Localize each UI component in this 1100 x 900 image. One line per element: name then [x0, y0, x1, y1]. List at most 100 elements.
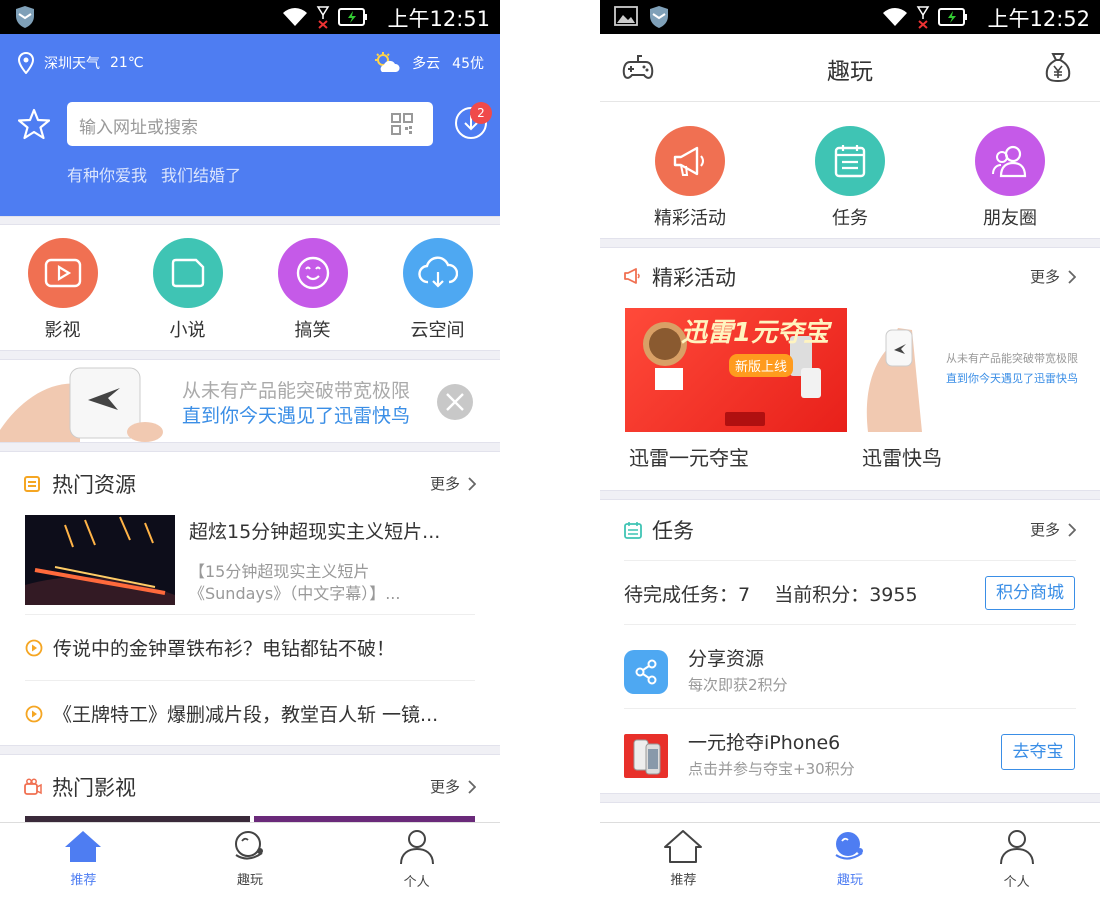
- tab-recommend[interactable]: 推荐: [0, 823, 167, 900]
- book-icon: [152, 238, 223, 308]
- divider: [600, 490, 1100, 500]
- search-placeholder: 输入网址或搜索: [79, 118, 198, 138]
- task-row[interactable]: 分享资源 每次即获2积分: [624, 640, 1076, 710]
- favorite-star-icon[interactable]: [18, 108, 50, 140]
- tasks-header: 任务 更多: [624, 513, 1076, 549]
- megaphone-small-icon: [624, 268, 640, 284]
- play-header: 趣玩: [600, 34, 1100, 102]
- movie-icon: [27, 238, 98, 308]
- points-shop-button[interactable]: 积分商城: [985, 576, 1075, 610]
- more-link[interactable]: 更多: [430, 473, 476, 494]
- home-icon: [664, 830, 703, 863]
- image-notification-icon: [614, 6, 638, 26]
- download-button[interactable]: 2: [454, 102, 492, 144]
- chevron-right-icon: [468, 476, 476, 491]
- section-title: 任务: [652, 519, 694, 543]
- tab-recommend[interactable]: 推荐: [600, 823, 767, 900]
- category-funny[interactable]: 搞笑: [250, 238, 375, 342]
- video-camera-icon: [24, 778, 42, 795]
- divider: [25, 614, 475, 615]
- divider: [624, 708, 1076, 709]
- category-label: 搞笑: [294, 320, 331, 341]
- user-icon: [399, 830, 434, 865]
- weather-location[interactable]: 深圳天气 21℃: [18, 52, 144, 74]
- resource-title: 超炫15分钟超现实主义短片...: [189, 521, 441, 543]
- kuainiao-ad-banner[interactable]: 从未有产品能突破带宽极限 直到你今天遇见了迅雷快鸟: [0, 360, 500, 442]
- share-icon: [624, 650, 668, 694]
- activity-banner: 迅雷1元夺宝 新版上线: [625, 308, 847, 432]
- category-movies[interactable]: 影视: [0, 238, 125, 342]
- ad-line-2: 直到你今天遇见了迅雷快鸟: [182, 405, 411, 427]
- grab-treasure-button[interactable]: 去夺宝: [1001, 734, 1075, 770]
- more-link[interactable]: 更多: [1030, 519, 1076, 540]
- activity-label: 迅雷快鸟: [862, 446, 942, 470]
- ad-line-2: 直到你今天遇见了迅雷快鸟: [946, 372, 1078, 385]
- task-name: 一元抢夺iPhone6: [688, 732, 841, 754]
- activity-card[interactable]: 迅雷1元夺宝 新版上线 迅雷一元夺宝: [625, 308, 847, 471]
- wifi-icon: [883, 8, 907, 26]
- shield-icon: [16, 6, 34, 28]
- bottom-tab-bar: 推荐 趣玩 个人: [600, 822, 1100, 900]
- feature-tasks[interactable]: 任务: [770, 126, 930, 230]
- tab-label: 个人: [1003, 875, 1030, 890]
- category-label: 云空间: [410, 320, 465, 341]
- close-ad-icon[interactable]: [436, 383, 474, 421]
- play-ball-icon: [235, 831, 263, 860]
- tab-label: 推荐: [670, 873, 697, 888]
- task-reward: 点击并参与夺宝+30积分: [688, 760, 855, 778]
- list-item[interactable]: 《王牌特工》爆删减片段，教堂百人斩 一镜...: [25, 700, 475, 727]
- tab-label: 个人: [403, 875, 430, 890]
- section-title: 热门影视: [52, 776, 136, 800]
- category-novels[interactable]: 小说: [125, 238, 250, 342]
- chevron-right-icon: [1068, 269, 1076, 284]
- list-item[interactable]: 传说中的金钟罩铁布衫？电钻都钻不破！: [25, 634, 475, 661]
- hot-word[interactable]: 我们结婚了: [161, 162, 241, 186]
- divider: [0, 216, 500, 225]
- status-bar: 上午12:52: [600, 0, 1100, 34]
- clock: 上午12:51: [387, 7, 490, 31]
- user-icon: [999, 830, 1034, 865]
- tab-profile[interactable]: 个人: [933, 823, 1100, 900]
- resource-description: 【15分钟超现实主义短片《Sundays》（中文字幕）】...: [189, 562, 401, 603]
- temperature: 21℃: [110, 55, 144, 71]
- money-bag-icon[interactable]: [1044, 52, 1072, 82]
- download-count-badge: 2: [470, 102, 492, 124]
- task-name: 分享资源: [688, 648, 765, 670]
- more-link[interactable]: 更多: [1030, 266, 1076, 287]
- divider: [25, 680, 475, 681]
- cloud-icon: [402, 238, 473, 308]
- play-circle-icon: [25, 705, 43, 722]
- banner-subtext: 新版上线: [729, 354, 794, 377]
- more-link[interactable]: 更多: [430, 776, 476, 797]
- air-quality: 45优: [452, 56, 484, 72]
- weather-summary[interactable]: 多云 45优: [374, 52, 484, 74]
- task-summary: 待完成任务：7 当前积分：3955: [624, 580, 918, 607]
- ad-line-1: 从未有产品能突破带宽极限: [182, 380, 411, 402]
- qr-scan-icon[interactable]: [391, 113, 413, 135]
- task-reward: 每次即获2积分: [688, 676, 788, 694]
- tab-profile[interactable]: 个人: [333, 823, 500, 900]
- hot-word[interactable]: 有种你爱我: [67, 162, 147, 186]
- feature-activities[interactable]: 精彩活动: [610, 126, 770, 230]
- activity-card[interactable]: 从未有产品能突破带宽极限 直到你今天遇见了迅雷快鸟 迅雷快鸟: [858, 308, 1080, 471]
- search-input[interactable]: 输入网址或搜索: [67, 102, 433, 146]
- feature-label: 精彩活动: [654, 208, 726, 229]
- hot-videos-header: 热门影视 更多: [24, 770, 476, 806]
- activity-banner: 从未有产品能突破带宽极限 直到你今天遇见了迅雷快鸟: [858, 308, 1080, 432]
- hot-resources-header: 热门资源 更多: [24, 467, 476, 503]
- list-item-text: 《王牌特工》爆删减片段，教堂百人斩 一镜...: [53, 704, 439, 726]
- play-ball-icon: [835, 832, 863, 860]
- feature-label: 朋友圈: [983, 208, 1037, 229]
- page-title: 趣玩: [827, 59, 873, 85]
- feature-label: 任务: [832, 208, 868, 229]
- section-title: 热门资源: [52, 473, 136, 497]
- weather-condition: 多云: [412, 56, 441, 72]
- tab-play[interactable]: 趣玩: [767, 823, 934, 900]
- feature-friends[interactable]: 朋友圈: [930, 126, 1090, 230]
- chevron-right-icon: [468, 779, 476, 794]
- featured-resource[interactable]: 超炫15分钟超现实主义短片... 【15分钟超现实主义短片《Sundays》（中…: [25, 515, 475, 607]
- right-screen: 上午12:52 趣玩 精彩活动 任务 朋友圈 精彩活动 更多 迅雷1元夺宝 新版…: [600, 0, 1100, 900]
- category-cloud[interactable]: 云空间: [375, 238, 500, 342]
- tab-play[interactable]: 趣玩: [167, 823, 334, 900]
- divider: [0, 350, 500, 360]
